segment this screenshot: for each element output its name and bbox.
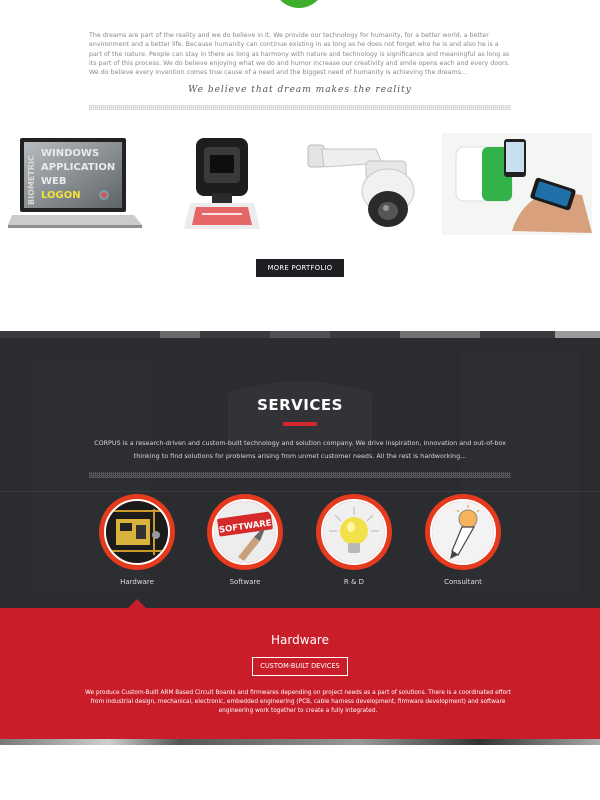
custom-built-devices-button[interactable]: CUSTOM-BUILT DEVICES [252, 657, 348, 676]
service-item-consultant[interactable]: Consultant [425, 494, 501, 586]
lightbulb-icon [321, 499, 387, 565]
laptop-text-line-2: APPLICATION [41, 162, 115, 173]
services-description: CORPUS is a research-driven and custom-b… [94, 439, 506, 460]
intro-paragraph: The dreams are part of the reality and w… [89, 32, 510, 77]
more-portfolio-button[interactable]: MORE PORTFOLIO [256, 259, 344, 277]
services-background [0, 331, 600, 591]
service-item-rnd[interactable]: R & D [316, 494, 392, 586]
intro-quote: We believe that dream makes the reality [188, 85, 412, 95]
service-label-hardware: Hardware [120, 578, 154, 586]
services-section: SERVICES CORPUS is a research-driven and… [0, 331, 600, 608]
circuit-board-icon [104, 499, 170, 565]
laptop-text-line-1: WINDOWS [41, 148, 99, 159]
page: The dreams are part of the reality and w… [0, 0, 600, 800]
laptop-image: WINDOWS APPLICATION WEB LOGON BIOMETRIC [8, 133, 144, 235]
service-circle[interactable] [99, 494, 175, 570]
portfolio-gallery: WINDOWS APPLICATION WEB LOGON BIOMETRIC [0, 133, 600, 235]
active-service-pointer [128, 599, 146, 608]
service-label-software: Software [229, 578, 261, 586]
laptop-text-line-3: WEB [41, 176, 66, 187]
services-dotted-divider [89, 472, 511, 478]
bottom-image-strip [0, 739, 600, 745]
portfolio-item-health-device[interactable] [442, 133, 592, 235]
health-device-image [442, 133, 592, 235]
pencil-bulb-icon [430, 499, 496, 565]
service-circle[interactable]: SOFTWARE [207, 494, 283, 570]
portfolio-item-security-camera[interactable] [306, 133, 422, 235]
service-circle[interactable] [425, 494, 501, 570]
software-sign-icon: SOFTWARE [212, 499, 278, 565]
hardware-detail-panel: Hardware CUSTOM-BUILT DEVICES We produce… [0, 608, 600, 739]
service-item-hardware[interactable]: Hardware [99, 494, 175, 586]
service-item-software[interactable]: SOFTWARE Software [207, 494, 283, 586]
services-title-underline [283, 422, 317, 426]
top-green-decoration [273, 0, 325, 8]
services-title: SERVICES [257, 396, 343, 414]
dotted-divider [89, 105, 511, 110]
service-label-consultant: Consultant [444, 578, 482, 586]
portfolio-item-biometric-laptop[interactable]: WINDOWS APPLICATION WEB LOGON BIOMETRIC [8, 133, 144, 235]
portfolio-item-fingerprint-scanner[interactable] [182, 133, 262, 235]
camera-image [306, 133, 422, 235]
service-circle[interactable] [316, 494, 392, 570]
laptop-text-line-4: LOGON [41, 190, 81, 201]
hardware-title: Hardware [271, 633, 329, 647]
service-label-rnd: R & D [343, 578, 365, 586]
scanner-image [182, 133, 262, 235]
hardware-description: We produce Custom-Built ARM Based Circui… [85, 690, 511, 715]
laptop-side-text: BIOMETRIC [27, 155, 36, 205]
